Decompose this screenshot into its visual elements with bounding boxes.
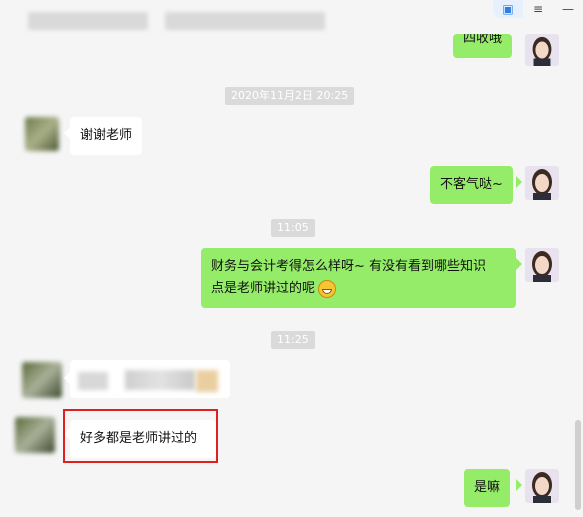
message-list[interactable]: 四收哦 2020年11月2日 20:25 谢谢老师 不客气哒~ 11:05 财务… xyxy=(0,0,583,517)
redacted-content xyxy=(78,372,108,390)
message-bubble-sent[interactable]: 不客气哒~ xyxy=(430,166,513,204)
message-bubble-sent[interactable]: 财务与会计考得怎么样呀~ 有没有看到哪些知识 点是老师讲过的呢 xyxy=(201,248,516,308)
message-text-line2: 点是老师讲过的呢 xyxy=(211,281,316,296)
message-text: 是嘛 xyxy=(474,480,501,495)
message-bubble-received-redacted[interactable] xyxy=(70,360,230,398)
redacted-content xyxy=(125,370,195,390)
message-bubble-sent[interactable]: 四收哦 xyxy=(453,34,513,58)
timestamp: 11:05 xyxy=(271,219,315,237)
contact-avatar[interactable] xyxy=(15,417,55,453)
message-text: 谢谢老师 xyxy=(80,128,133,143)
timestamp: 2020年11月2日 20:25 xyxy=(225,87,355,105)
grin-emoji-icon xyxy=(318,280,337,298)
my-avatar[interactable] xyxy=(525,34,559,66)
bubble-tail xyxy=(516,176,522,188)
message-bubble-received[interactable]: 谢谢老师 xyxy=(70,117,143,155)
message-text: 不客气哒~ xyxy=(440,177,503,192)
contact-avatar[interactable] xyxy=(25,117,59,151)
message-text: 四收哦 xyxy=(463,34,503,46)
scrollbar[interactable] xyxy=(575,420,581,510)
my-avatar[interactable] xyxy=(525,166,559,200)
bubble-tail xyxy=(516,479,522,491)
my-avatar[interactable] xyxy=(525,248,559,282)
highlight-box xyxy=(63,409,218,463)
contact-avatar[interactable] xyxy=(22,362,62,398)
redacted-content xyxy=(196,370,218,392)
message-bubble-sent[interactable]: 是嘛 xyxy=(464,469,511,507)
bubble-tail xyxy=(516,258,522,270)
timestamp: 11:25 xyxy=(271,331,315,349)
my-avatar[interactable] xyxy=(525,469,559,503)
message-text-line1: 财务与会计考得怎么样呀~ 有没有看到哪些知识 xyxy=(211,259,487,274)
